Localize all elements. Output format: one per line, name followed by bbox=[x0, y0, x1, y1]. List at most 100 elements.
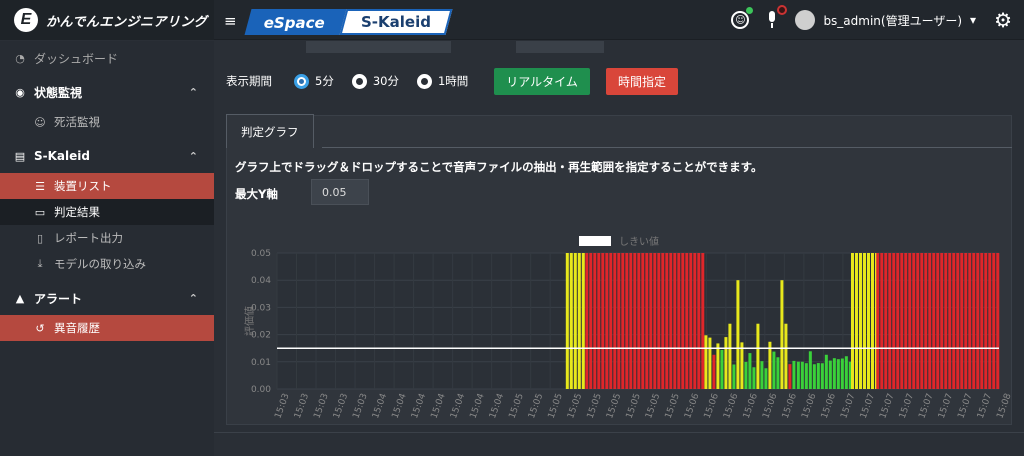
chart-bar bbox=[844, 356, 848, 389]
ymax-label: 最大Y軸 bbox=[235, 187, 278, 201]
chart-bar bbox=[716, 343, 720, 389]
chart-bar bbox=[788, 364, 792, 389]
ymax-input[interactable]: 0.05 bbox=[311, 179, 369, 205]
scrolled-field bbox=[516, 41, 604, 53]
sidebar-item-dashboard[interactable]: ◔ ダッシュボード bbox=[0, 41, 214, 75]
sidebar-section-skaleid[interactable]: ▤ S-Kaleid ⌃ bbox=[0, 139, 214, 173]
chart-bar bbox=[944, 253, 948, 389]
chart-bar bbox=[924, 253, 928, 389]
chart-bar bbox=[617, 253, 621, 389]
x-tick-label: 15:06 bbox=[761, 392, 779, 420]
sidebar-item-label: 装置リスト bbox=[54, 179, 112, 193]
x-tick-label: 15:07 bbox=[859, 392, 877, 420]
history-icon: ↺ bbox=[35, 321, 45, 335]
x-tick-label: 15:07 bbox=[917, 392, 935, 420]
chart-bar bbox=[816, 363, 820, 389]
sidebar-item-judgement-result[interactable]: ▭ 判定結果 bbox=[0, 199, 214, 225]
user-menu[interactable]: bs_admin(管理ユーザー) ▾ bbox=[795, 10, 976, 30]
menu-toggle-icon[interactable]: ≡ bbox=[224, 12, 237, 30]
radio-5min[interactable]: 5分 bbox=[294, 73, 334, 89]
chart-bar bbox=[956, 253, 960, 389]
chart-svg[interactable]: しきい値0.050.040.030.020.010.00評価値15:03 15:0… bbox=[239, 216, 1014, 421]
chart-bar bbox=[752, 367, 756, 389]
chart-bar bbox=[936, 253, 940, 389]
chart-bar bbox=[601, 253, 605, 389]
x-tick-label: 15:04 bbox=[449, 392, 467, 420]
chart-bar bbox=[740, 342, 744, 389]
sidebar-item-abnormal-sound-history[interactable]: ↺ 異音履歴 bbox=[0, 315, 214, 341]
radio-selected-icon[interactable] bbox=[294, 73, 309, 89]
chart-bar bbox=[704, 335, 708, 389]
sidebar: ◔ ダッシュボード ◉ 状態監視 ⌃ ☺ 死活監視 ▤ S-Kaleid ⌃ ☰… bbox=[0, 41, 214, 456]
smile-icon[interactable]: ☺ bbox=[731, 7, 754, 29]
chart-bar bbox=[677, 253, 681, 389]
chart-bar bbox=[736, 280, 740, 389]
radio-30min[interactable]: 30分 bbox=[351, 73, 399, 89]
x-tick-label: 15:03 bbox=[351, 392, 369, 420]
sidebar-section-alert[interactable]: ▲ アラート ⌃ bbox=[0, 281, 214, 315]
sidebar-item-label: レポート出力 bbox=[54, 231, 123, 245]
chart-bar bbox=[573, 253, 577, 389]
x-tick-label: 15:06 bbox=[781, 392, 799, 420]
judgement-chart[interactable]: しきい値 0.05 0.04 0.03 0.02 0.01 0.00 評価値 15:03 15:0… bbox=[239, 216, 1014, 421]
chart-bar bbox=[569, 253, 573, 389]
chevron-up-icon: ⌃ bbox=[188, 85, 198, 99]
x-tick-label: 15:07 bbox=[839, 392, 857, 420]
radio-icon[interactable] bbox=[416, 73, 432, 89]
sidebar-item-model-import[interactable]: ⤓ モデルの取り込み bbox=[0, 251, 214, 277]
time-range-button[interactable]: 時間指定 bbox=[605, 67, 678, 95]
x-tick-label: 15:05 bbox=[566, 392, 584, 420]
chart-bar bbox=[621, 253, 625, 389]
sidebar-section-label: 状態監視 bbox=[34, 85, 83, 100]
chart-bar bbox=[854, 253, 858, 389]
microphone-icon[interactable] bbox=[767, 5, 788, 29]
realtime-button[interactable]: リアルタイム bbox=[494, 67, 590, 95]
tab-judgement-graph[interactable]: 判定グラフ bbox=[226, 114, 314, 148]
chart-bar bbox=[952, 253, 956, 389]
x-tick-label: 15:05 bbox=[625, 392, 643, 420]
y-tick-label: 0.05 bbox=[251, 249, 271, 259]
chart-bar bbox=[876, 253, 880, 389]
sidebar-item-device-list[interactable]: ☰ 装置リスト bbox=[0, 173, 214, 199]
chart-bar bbox=[728, 323, 732, 389]
chart-bar bbox=[585, 253, 589, 389]
radio-icon[interactable] bbox=[351, 73, 367, 89]
chart-bar bbox=[800, 361, 804, 389]
chart-bar bbox=[792, 360, 796, 389]
chart-bar bbox=[581, 253, 585, 389]
radio-label: 1時間 bbox=[437, 74, 469, 88]
chart-bar bbox=[685, 253, 689, 389]
chart-bar bbox=[732, 364, 736, 389]
chart-bar bbox=[840, 358, 844, 389]
chart-bar bbox=[629, 253, 633, 389]
chart-bar bbox=[593, 253, 597, 389]
x-tick-label: 15:04 bbox=[371, 392, 389, 420]
footer-strip bbox=[214, 432, 1024, 456]
x-tick-label: 15:04 bbox=[391, 392, 409, 420]
x-tick-label: 15:05 bbox=[605, 392, 623, 420]
chart-bar bbox=[976, 253, 980, 389]
sidebar-section-label: アラート bbox=[34, 291, 83, 306]
radio-1hour[interactable]: 1時間 bbox=[416, 73, 469, 89]
chart-bar bbox=[744, 361, 748, 389]
x-tick-label: 15:06 bbox=[800, 392, 818, 420]
gear-icon[interactable]: ⚙ bbox=[994, 8, 1012, 32]
x-tick-label: 15:03 bbox=[332, 392, 350, 420]
x-tick-label: 15:05 bbox=[644, 392, 662, 420]
chart-bar bbox=[641, 253, 645, 389]
x-tick-label: 15:07 bbox=[976, 392, 994, 420]
sidebar-section-status[interactable]: ◉ 状態監視 ⌃ bbox=[0, 75, 214, 109]
x-tick-label: 15:07 bbox=[878, 392, 896, 420]
dashboard-icon: ◔ bbox=[15, 51, 25, 65]
chart-bar bbox=[828, 360, 832, 389]
chart-bar bbox=[980, 253, 984, 389]
brand[interactable]: E かんでんエンジニアリング bbox=[0, 0, 214, 40]
product-logo: eSpace S-Kaleid bbox=[244, 9, 453, 35]
document-icon: ▤ bbox=[14, 149, 26, 163]
warning-icon: ▲ bbox=[15, 291, 25, 305]
chart-bar bbox=[988, 253, 992, 389]
chart-bar bbox=[932, 253, 936, 389]
sidebar-item-alive-monitor[interactable]: ☺ 死活監視 bbox=[0, 109, 214, 135]
chevron-up-icon: ⌃ bbox=[188, 149, 198, 163]
sidebar-item-report-output[interactable]: ▯ レポート出力 bbox=[0, 225, 214, 251]
